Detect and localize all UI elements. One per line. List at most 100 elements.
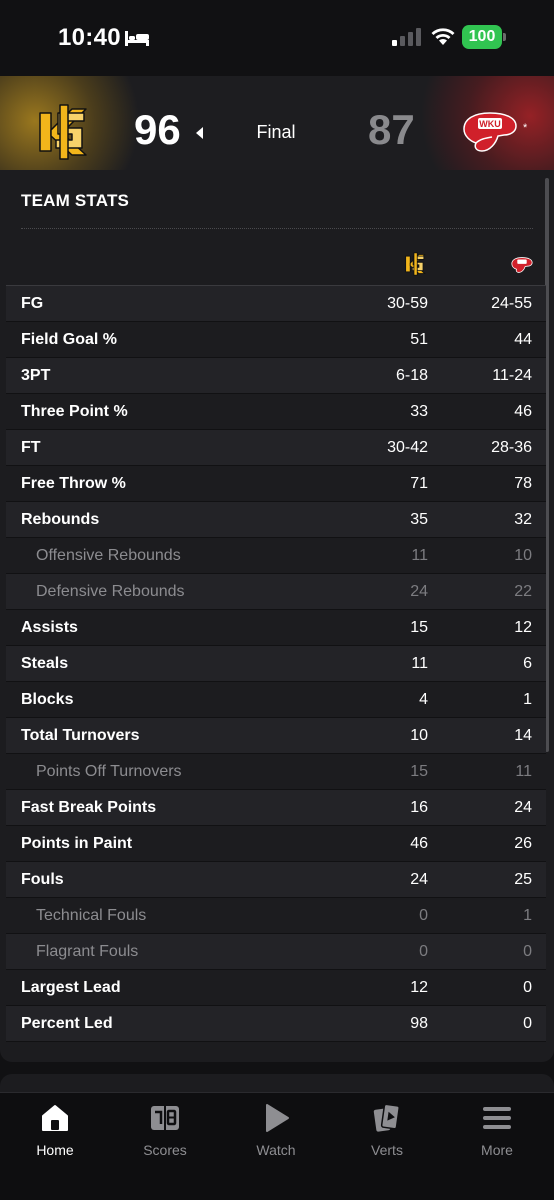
stat-row: Defensive Rebounds 24 22	[6, 574, 546, 610]
stat-row: Percent Led 98 0	[6, 1006, 546, 1042]
away-stat-value: 1	[523, 907, 532, 924]
tab-more[interactable]: More	[452, 1103, 542, 1169]
kennesaw-state-logo[interactable]	[36, 103, 94, 161]
stat-label: Rebounds	[21, 511, 100, 528]
stat-row: Largest Lead 12 0	[6, 970, 546, 1006]
stat-row: Flagrant Fouls 0 0	[6, 934, 546, 970]
home-stat-value: 46	[410, 835, 428, 852]
stat-label: Total Turnovers	[21, 727, 140, 744]
stat-row: Offensive Rebounds 11 10	[6, 538, 546, 574]
wku-logo	[511, 257, 533, 273]
stat-row: Blocks 4 1	[6, 682, 546, 718]
stat-row: Steals 11 6	[6, 646, 546, 682]
stat-row: Three Point % 33 46	[6, 394, 546, 430]
stat-row: FG 30-59 24-55	[6, 286, 546, 322]
play-icon	[266, 1104, 289, 1132]
away-stat-value: 1	[523, 691, 532, 708]
away-stat-value: 0	[523, 943, 532, 960]
team-header-row	[6, 248, 546, 286]
stat-label: Technical Fouls	[36, 907, 147, 924]
tab-bar: Home Scores Watch Verts More	[0, 1092, 554, 1200]
tab-verts[interactable]: Verts	[342, 1103, 432, 1169]
stat-label: Three Point %	[21, 403, 128, 420]
scoreboard-icon	[151, 1106, 179, 1130]
battery-level: 100	[468, 28, 496, 45]
stat-label: Defensive Rebounds	[36, 583, 185, 600]
away-stat-value: 25	[514, 871, 532, 888]
away-stat-value: 24-55	[491, 295, 532, 312]
wku-logo[interactable]: WKU	[460, 109, 520, 155]
away-stat-value: 10	[514, 547, 532, 564]
home-stat-value: 33	[410, 403, 428, 420]
away-rank-mark: *	[523, 122, 528, 134]
winner-indicator-icon	[196, 127, 203, 139]
stat-label: Field Goal %	[21, 331, 118, 348]
stat-row: Technical Fouls 0 1	[6, 898, 546, 934]
team-stats-card: TEAM STATS FG 30-59 24-55 Field Goal % 51 44 3…	[0, 170, 554, 1062]
away-score: 87	[368, 106, 415, 153]
away-stat-value: 0	[523, 979, 532, 996]
stat-row: 3PT 6-18 11-24	[6, 358, 546, 394]
wifi-icon	[431, 28, 455, 45]
tab-label: Watch	[256, 1142, 296, 1158]
stat-label: Percent Led	[21, 1015, 113, 1032]
bed-icon	[125, 31, 149, 46]
stat-label: Fast Break Points	[21, 799, 157, 816]
away-stat-value: 28-36	[491, 439, 532, 456]
stat-label: FG	[21, 295, 44, 312]
team-stats-title: TEAM STATS	[21, 191, 130, 210]
home-stat-value: 15	[410, 619, 428, 636]
home-stat-value: 0	[419, 907, 428, 924]
tab-label: Scores	[143, 1142, 187, 1158]
stat-label: Offensive Rebounds	[36, 547, 181, 564]
tab-label: Verts	[371, 1142, 403, 1158]
home-stat-value: 51	[410, 331, 428, 348]
stat-label: Blocks	[21, 691, 74, 708]
home-icon	[42, 1105, 68, 1131]
home-score: 96	[134, 106, 181, 153]
home-stat-value: 11	[411, 655, 428, 672]
verts-icon	[373, 1103, 400, 1132]
away-stat-value: 12	[514, 619, 532, 636]
away-stat-value: 22	[514, 583, 532, 600]
section-divider	[21, 228, 533, 229]
away-stat-value: 14	[514, 727, 532, 744]
game-status: Final	[256, 122, 296, 142]
home-stat-value: 24	[410, 871, 428, 888]
home-stat-value: 4	[419, 691, 428, 708]
stat-label: Fouls	[21, 871, 64, 888]
home-stat-value: 35	[410, 511, 428, 528]
home-stat-value: 30-59	[387, 295, 428, 312]
menu-icon	[483, 1107, 511, 1129]
home-stat-value: 30-42	[387, 439, 428, 456]
tab-label: Home	[36, 1142, 74, 1158]
tab-label: More	[481, 1142, 513, 1158]
home-stat-value: 0	[419, 943, 428, 960]
home-stat-value: 10	[410, 727, 428, 744]
tab-watch[interactable]: Watch	[231, 1103, 321, 1169]
tab-home[interactable]: Home	[10, 1103, 100, 1169]
home-stat-value: 98	[410, 1015, 428, 1032]
away-stat-value: 11	[515, 763, 532, 780]
home-stat-value: 6-18	[395, 367, 428, 384]
away-stat-value: 6	[523, 655, 532, 672]
scoreboard-header[interactable]: 96 Final 87 WKU *	[0, 76, 554, 170]
home-stat-value: 15	[410, 763, 428, 780]
away-stat-value: 26	[514, 835, 532, 852]
stat-row: Fast Break Points 16 24	[6, 790, 546, 826]
home-stat-value: 11	[411, 547, 428, 564]
home-stat-value: 12	[410, 979, 428, 996]
stat-row: Field Goal % 51 44	[6, 322, 546, 358]
cellular-signal-icon	[392, 28, 421, 46]
home-stat-value: 71	[410, 475, 428, 492]
battery-icon: 100	[462, 25, 506, 49]
away-stat-value: 32	[514, 511, 532, 528]
stat-row: FT 30-42 28-36	[6, 430, 546, 466]
stat-row: Rebounds 35 32	[6, 502, 546, 538]
away-stat-value: 44	[514, 331, 532, 348]
tab-scores[interactable]: Scores	[120, 1103, 210, 1169]
stat-row: Points Off Turnovers 15 11	[6, 754, 546, 790]
away-stat-value: 46	[514, 403, 532, 420]
away-stat-value: 24	[514, 799, 532, 816]
stat-label: Flagrant Fouls	[36, 943, 139, 960]
